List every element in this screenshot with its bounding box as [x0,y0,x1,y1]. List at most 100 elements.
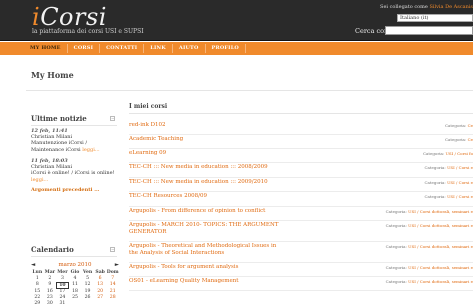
calendar-day[interactable]: 4 [69,276,82,281]
calendar-day[interactable]: 24 [56,295,69,300]
calendar-day[interactable]: 21 [106,289,119,294]
calendar-next-icon[interactable]: ► [115,262,119,268]
course-link[interactable]: TEC-CH ::: New media in education ::: 20… [129,164,279,171]
calendar-weekday: Ven [82,270,93,275]
category-label: Categoria: [385,223,407,228]
calendar-day[interactable]: 17 [56,289,69,294]
calendar-day[interactable]: 14 [106,282,119,289]
calendar-grid: Lun Mar Mer Gio Ven Sab Dom 1 2 3 4 5 6 7 8 9 10 11 12 13 14… [31,270,119,306]
news-read-more-link[interactable]: leggi... [31,177,48,183]
category-label: Categoria: [444,137,467,142]
calendar-day[interactable]: 5 [81,276,94,281]
calendar-day[interactable]: 13 [94,282,107,289]
nav-corsi[interactable]: CORSI [68,44,101,53]
calendar-day[interactable]: 15 [31,289,44,294]
course-link[interactable]: TEC-CH ::: New media in education ::: 20… [129,179,279,186]
category-link[interactable]: USI / Corsi dottorali, seminari e [408,244,473,249]
course-link[interactable]: Argupolis - MARCH 2010- TOPICS: THE ARGU… [129,222,279,235]
calendar-weekday: Dom [106,270,119,275]
course-row: eLearning 09 Categoria: USI / Corsi fo [129,149,473,163]
category-link[interactable]: USI / Corsi e [447,180,473,185]
category-label: Categoria: [385,265,407,270]
course-link[interactable]: Argupolis - Tools for argument analysis [129,264,279,271]
course-category: Categoria: USI / Corsi dottorali, semina… [386,209,473,214]
course-category: Categoria: USI / Corsi dottorali, semina… [386,223,473,228]
category-link[interactable]: USI / Corsi fo [446,151,473,156]
category-link[interactable]: USI / Corsi e [447,165,473,170]
category-link[interactable]: USI / Corsi dottorali, seminari e [408,223,473,228]
category-link[interactable]: USI / Corsi dottorali, seminari e [408,265,473,270]
previous-topics-link[interactable]: Argomenti precedenti ... [31,187,99,193]
calendar-collapse-icon[interactable]: − [110,247,115,252]
category-link[interactable]: Ce [468,137,473,142]
calendar-day[interactable]: 6 [94,276,107,281]
course-link[interactable]: OS01 - eLearning Quality Management [129,278,279,285]
category-label: Categoria: [385,244,407,249]
course-row: Argupolis - MARCH 2010- TOPICS: THE ARGU… [129,221,473,242]
calendar-day[interactable]: 22 [31,295,44,300]
nav-my-home[interactable]: MY HOME [24,44,68,53]
calendar-day[interactable]: 18 [69,289,82,294]
course-row: Argupolis - From difference of opinion t… [129,207,473,221]
nav-link[interactable]: LINK [144,44,173,53]
calendar-day[interactable]: 29 [31,301,44,306]
course-row: Argupolis - Tools for argument analysis C… [129,263,473,277]
news-collapse-icon[interactable]: − [110,116,115,121]
calendar-day[interactable]: 9 [44,282,57,289]
course-category: Categoria: Ce [445,137,473,142]
calendar-day[interactable]: 7 [106,276,119,281]
calendar-day[interactable]: 28 [106,295,119,300]
calendar-day[interactable]: 19 [81,289,94,294]
calendar-divider [31,256,117,257]
course-category: Categoria: USI / Corsi e [424,180,473,185]
calendar-day[interactable]: 31 [56,301,69,306]
course-link[interactable]: Academic Teaching [129,136,279,143]
calendar-day[interactable]: 23 [44,295,57,300]
course-row: TEC-CH Resources 2008/09 Categoria: USI /… [129,192,473,207]
course-search-input[interactable] [385,26,473,35]
calendar-day[interactable]: 25 [69,295,82,300]
nav-contatti[interactable]: CONTATTI [100,44,145,53]
course-link[interactable]: Argupolis - From difference of opinion t… [129,208,279,215]
category-label: Categoria: [444,123,467,128]
category-label: Categoria: [385,209,407,214]
course-row: Argupolis - Theoretical and Methodologic… [129,242,473,263]
course-category: Categoria: USI / Corsi fo [423,151,473,156]
course-link[interactable]: Argupolis - Theoretical and Methodologic… [129,243,279,256]
calendar-day[interactable]: 3 [56,276,69,281]
calendar-prev-icon[interactable]: ◄ [31,262,35,268]
user-link[interactable]: Silvia De Ascanis [429,4,473,10]
my-courses-title: I miei corsi [129,103,168,110]
news-block-title: Ultime notizie [31,114,87,123]
calendar-day[interactable]: 12 [81,282,94,289]
calendar-day[interactable]: 27 [94,295,107,300]
site-logo[interactable]: iCorsi [32,4,107,30]
site-tagline: la piattaforma dei corsi USI e SUPSI [32,28,144,35]
calendar-day[interactable]: 11 [69,282,82,289]
category-link[interactable]: USI / Corsi e [447,194,473,199]
calendar-month[interactable]: marzo 2010 [58,262,91,268]
calendar-day[interactable]: 20 [94,289,107,294]
course-category: Categoria: USI / Corsi dottorali, semina… [386,265,473,270]
language-select[interactable]: Italiano (it) [397,14,473,22]
calendar-day[interactable]: 30 [44,301,57,306]
course-category: Categoria: USI / Corsi dottorali, semina… [386,279,473,284]
calendar-day[interactable]: 1 [31,276,44,281]
calendar-day[interactable]: 8 [31,282,44,289]
calendar-day[interactable]: 26 [81,295,94,300]
course-link[interactable]: eLearning 09 [129,150,279,157]
nav-aiuto[interactable]: AIUTO [173,44,206,53]
nav-profilo[interactable]: PROFILO [206,44,246,53]
category-link[interactable]: Ce [468,123,473,128]
calendar-weekday: Lun [32,270,43,275]
calendar-weekday: Mer [57,270,68,275]
course-link[interactable]: TEC-CH Resources 2008/09 [129,193,279,200]
news-read-more-link[interactable]: leggi... [82,147,99,153]
course-link[interactable]: red-ink D102 [129,122,279,129]
category-label: Categoria: [424,194,446,199]
category-link[interactable]: USI / Corsi dottorali, seminari e [408,209,473,214]
calendar-day[interactable]: 10 [56,281,69,289]
calendar-day[interactable]: 2 [44,276,57,281]
calendar-day[interactable]: 16 [44,289,57,294]
category-link[interactable]: USI / Corsi dottorali, seminari e [408,279,473,284]
